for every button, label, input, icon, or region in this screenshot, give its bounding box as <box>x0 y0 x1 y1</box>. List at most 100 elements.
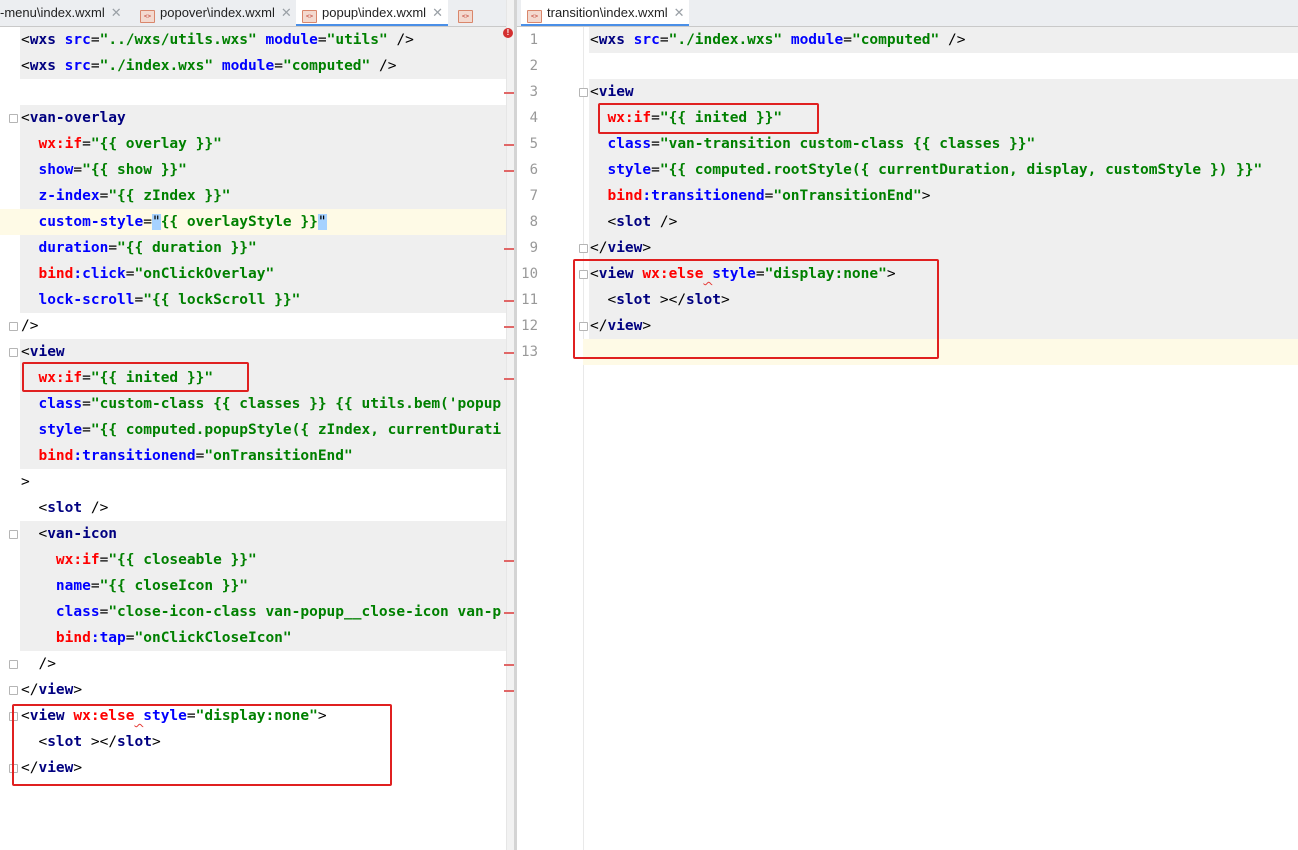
left-vertical-scrollbar[interactable] <box>506 0 514 850</box>
code-line[interactable]: <wxs src="./index.wxs" module="computed"… <box>0 53 514 79</box>
code-line[interactable]: /> <box>0 313 514 339</box>
error-indicator-icon[interactable]: ! <box>503 28 513 38</box>
code-line[interactable]: duration="{{ duration }}" <box>0 235 514 261</box>
error-stripe-mark[interactable] <box>504 300 514 302</box>
code-line[interactable]: 3 <view <box>517 79 1298 105</box>
code-token: "onClickCloseIcon" <box>134 630 292 646</box>
code-token: /> <box>21 656 56 672</box>
code-token: "{{ overlay }}" <box>90 136 222 152</box>
code-token: = <box>143 214 152 230</box>
code-token: = <box>82 136 91 152</box>
code-token: z-index <box>38 188 100 204</box>
code-token: view <box>607 240 643 256</box>
code-token: :transitionend <box>73 448 196 464</box>
code-line[interactable]: bind:tap="onClickCloseIcon" <box>0 625 514 651</box>
code-text: <slot /> <box>21 495 108 521</box>
code-line[interactable]: 8 <slot /> <box>517 209 1298 235</box>
code-text: wx:if="{{ overlay }}" <box>21 131 222 157</box>
code-line[interactable]: class="custom-class {{ classes }} {{ uti… <box>0 391 514 417</box>
tab-menu-index-wxml[interactable]: -menu\index.wxml ✕ <box>0 0 128 26</box>
error-stripe-mark[interactable] <box>504 326 514 328</box>
fold-icon[interactable] <box>9 322 18 331</box>
code-token: = <box>125 266 135 282</box>
code-line[interactable]: style="{{ computed.popupStyle({ zIndex, … <box>0 417 514 443</box>
code-line[interactable]: wx:if="{{ overlay }}" <box>0 131 514 157</box>
tab-popover-index-wxml[interactable]: <> popover\index.wxml ✕ <box>134 0 292 26</box>
error-stripe-mark[interactable] <box>504 248 514 250</box>
code-token: wxs <box>598 32 625 48</box>
error-stripe-mark[interactable] <box>504 612 514 614</box>
code-line[interactable]: bind:click="onClickOverlay" <box>0 261 514 287</box>
fold-icon[interactable] <box>9 530 18 539</box>
code-line[interactable]: </view> <box>0 677 514 703</box>
code-line[interactable]: bind:transitionend="onTransitionEnd" <box>0 443 514 469</box>
code-token: "{{ zIndex }}" <box>108 188 231 204</box>
close-icon[interactable]: ✕ <box>432 5 443 20</box>
error-stripe-mark[interactable] <box>504 92 514 94</box>
code-token: /> <box>939 32 966 48</box>
code-text: bind:transitionend="onTransitionEnd" <box>21 443 352 469</box>
code-line[interactable]: <van-icon <box>0 521 514 547</box>
error-stripe-mark[interactable] <box>504 144 514 146</box>
code-line[interactable]: custom-style="{{ overlayStyle }}" <box>0 209 514 235</box>
error-stripe-mark[interactable] <box>504 664 514 666</box>
error-stripe-mark[interactable] <box>504 352 514 354</box>
code-line[interactable]: class="close-icon-class van-popup__close… <box>0 599 514 625</box>
fold-icon[interactable] <box>579 244 588 253</box>
code-line[interactable]: 2 <box>517 53 1298 79</box>
code-line[interactable]: show="{{ show }}" <box>0 157 514 183</box>
code-text: bind:click="onClickOverlay" <box>21 261 274 287</box>
code-token: " <box>151 214 161 230</box>
code-line[interactable]: lock-scroll="{{ lockScroll }}" <box>0 287 514 313</box>
code-line[interactable]: <slot /> <box>0 495 514 521</box>
error-stripe-mark[interactable] <box>504 560 514 562</box>
code-token: = <box>82 422 91 438</box>
code-line[interactable]: 9 </view> <box>517 235 1298 261</box>
code-line[interactable]: wx:if="{{ closeable }}" <box>0 547 514 573</box>
code-line[interactable]: 1 <wxs src="./index.wxs" module="computed… <box>517 27 1298 53</box>
error-stripe-mark[interactable] <box>504 170 514 172</box>
right-code-area[interactable]: 1 <wxs src="./index.wxs" module="computed… <box>517 27 1298 850</box>
close-icon[interactable]: ✕ <box>281 5 292 20</box>
code-line[interactable]: /> <box>0 651 514 677</box>
code-line[interactable]: <van-overlay <box>0 105 514 131</box>
tab-transition-index-wxml[interactable]: <> transition\index.wxml ✕ <box>521 0 689 26</box>
code-line[interactable]: > <box>0 469 514 495</box>
fold-icon[interactable] <box>9 114 18 123</box>
code-line[interactable]: <wxs src="../wxs/utils.wxs" module="util… <box>0 27 514 53</box>
fold-icon[interactable] <box>9 686 18 695</box>
error-stripe-mark[interactable] <box>504 378 514 380</box>
code-line[interactable]: 6 style="{{ computed.rootStyle({ current… <box>517 157 1298 183</box>
highlight-box-else-view <box>573 259 939 359</box>
code-text: <slot /> <box>590 209 677 235</box>
close-icon[interactable]: ✕ <box>111 5 122 20</box>
code-token: /> <box>651 214 678 230</box>
fold-icon[interactable] <box>9 348 18 357</box>
code-line[interactable]: 5 class="van-transition custom-class {{ … <box>517 131 1298 157</box>
fold-icon[interactable] <box>9 660 18 669</box>
tab-overflow[interactable]: <> <box>452 0 492 26</box>
code-line[interactable] <box>0 79 514 105</box>
highlight-box-inited <box>22 362 249 392</box>
code-line[interactable]: z-index="{{ zIndex }}" <box>0 183 514 209</box>
code-line[interactable]: 7 bind:transitionend="onTransitionEnd"> <box>517 183 1298 209</box>
close-icon[interactable]: ✕ <box>674 5 685 20</box>
error-stripe-mark[interactable] <box>504 690 514 692</box>
tab-popup-index-wxml[interactable]: <> popup\index.wxml ✕ <box>296 0 448 26</box>
code-token: view <box>29 344 65 360</box>
code-token: view <box>38 682 74 698</box>
code-token: "van-transition custom-class {{ classes … <box>659 136 1036 152</box>
code-token: duration <box>38 240 109 256</box>
highlight-box-inited <box>598 103 819 134</box>
line-number: 6 <box>529 162 538 178</box>
fold-icon[interactable] <box>579 88 588 97</box>
code-line[interactable]: name="{{ closeIcon }}" <box>0 573 514 599</box>
code-token: bind <box>607 188 643 204</box>
